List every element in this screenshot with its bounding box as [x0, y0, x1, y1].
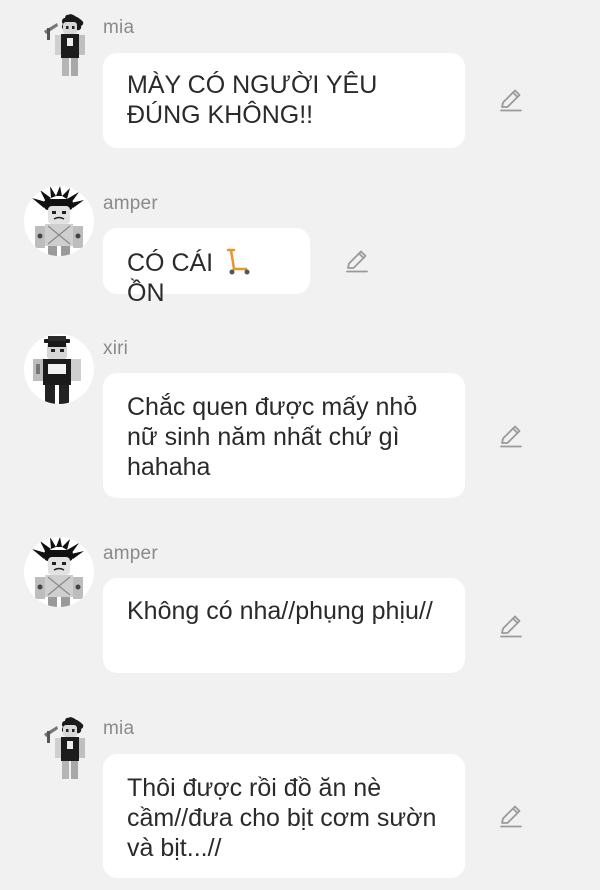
username: amper — [103, 543, 158, 564]
pencil-icon[interactable] — [498, 803, 524, 829]
chat-thread: mia MÀY CÓ NGƯỜI YÊU ĐÚNG KHÔNG!! amper … — [0, 0, 600, 890]
username: xiri — [103, 338, 129, 359]
message-bubble[interactable]: CÓ CÁI ỒN — [103, 228, 310, 307]
pencil-icon[interactable] — [498, 423, 524, 449]
message-bubble[interactable]: Không có nha//phụng phịu// — [103, 578, 465, 673]
avatar-mia[interactable] — [24, 12, 94, 82]
username: mia — [103, 718, 135, 739]
message-text: ỒN — [127, 279, 165, 307]
pencil-icon[interactable] — [498, 613, 524, 639]
message-bubble[interactable]: MÀY CÓ NGƯỜI YÊU ĐÚNG KHÔNG!! — [103, 53, 465, 148]
avatar-amper[interactable] — [24, 186, 94, 256]
message-bubble[interactable]: Chắc quen được mấy nhỏ nữ sinh năm nhất … — [103, 373, 465, 498]
username: amper — [103, 193, 158, 214]
username: mia — [103, 17, 135, 38]
message-text: CÓ CÁI — [127, 249, 214, 277]
avatar-mia[interactable] — [24, 715, 94, 785]
avatar-xiri[interactable] — [24, 334, 94, 404]
pencil-icon[interactable] — [498, 87, 524, 113]
message-bubble[interactable]: Thôi được rồi đồ ăn nè cầm//đưa cho bịt … — [103, 754, 465, 878]
scooter-icon — [222, 246, 252, 276]
pencil-icon[interactable] — [344, 248, 370, 274]
avatar-amper[interactable] — [24, 537, 94, 607]
